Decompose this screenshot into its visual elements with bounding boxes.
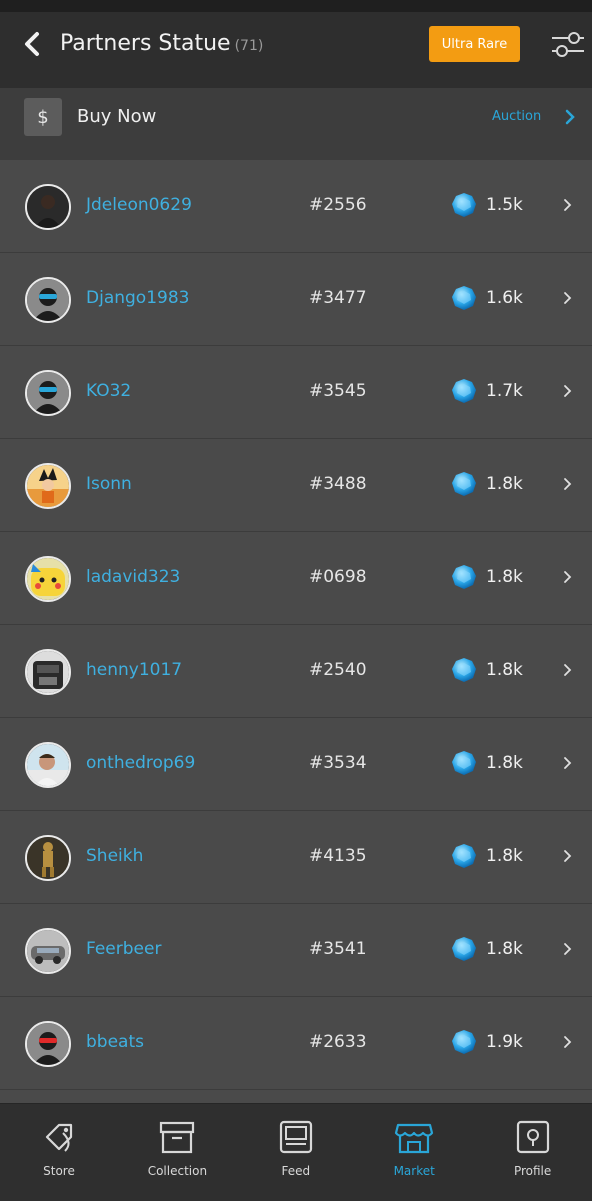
chevron-right-icon xyxy=(564,571,572,583)
status-strip xyxy=(0,0,592,12)
bottom-tab-bar: Store Collection Feed Market Profile xyxy=(0,1103,592,1201)
seller-username[interactable]: henny1017 xyxy=(86,658,182,682)
mint-number: #0698 xyxy=(309,567,367,587)
mint-number: #3477 xyxy=(309,288,367,308)
buy-now-label: Buy Now xyxy=(77,106,157,127)
listing-row[interactable]: bbeats #2633 1.9k xyxy=(0,997,592,1090)
mint-number: #3488 xyxy=(309,474,367,494)
listing-price: 1.8k xyxy=(486,939,523,959)
listing-price: 1.8k xyxy=(486,846,523,866)
tab-feed[interactable]: Feed xyxy=(237,1104,355,1201)
seller-username[interactable]: Django1983 xyxy=(86,286,189,310)
storefront-icon xyxy=(395,1123,434,1154)
item-count: (71) xyxy=(234,38,264,54)
tab-market[interactable]: Market xyxy=(355,1104,473,1201)
ultra-rare-button[interactable]: Ultra Rare xyxy=(429,26,520,62)
mint-number: #3541 xyxy=(309,939,367,959)
mint-number: #2633 xyxy=(309,1032,367,1052)
gem-currency-icon xyxy=(452,193,476,217)
listing-price: 1.6k xyxy=(486,288,523,308)
listing-row[interactable]: Sheikh #4135 1.8k xyxy=(0,811,592,904)
box-icon xyxy=(160,1121,195,1154)
tab-store[interactable]: Store xyxy=(0,1104,118,1201)
seller-username[interactable]: KO32 xyxy=(86,379,131,403)
avatar xyxy=(25,556,71,602)
seller-username[interactable]: Feerbeer xyxy=(86,937,161,961)
tab-label: Collection xyxy=(147,1164,208,1178)
mint-number: #3534 xyxy=(309,753,367,773)
chevron-right-icon[interactable] xyxy=(564,108,576,126)
auction-link[interactable]: Auction xyxy=(492,108,541,126)
collection-title: Partners Statue xyxy=(60,31,231,56)
avatar xyxy=(25,742,71,788)
listing-row[interactable]: Jdeleon0629 #2556 1.5k xyxy=(0,160,592,253)
listing-price: 1.8k xyxy=(486,753,523,773)
tab-label: Store xyxy=(43,1164,75,1178)
avatar xyxy=(25,184,71,230)
tag-icon xyxy=(45,1123,73,1152)
avatar xyxy=(25,649,71,695)
listing-row[interactable]: henny1017 #2540 1.8k xyxy=(0,625,592,718)
chevron-right-icon xyxy=(564,478,572,490)
mint-number: #2556 xyxy=(309,195,367,215)
listing-row[interactable]: Django1983 #3477 1.6k xyxy=(0,253,592,346)
mint-number: #3545 xyxy=(309,381,367,401)
tab-collection[interactable]: Collection xyxy=(118,1104,236,1201)
chevron-right-icon xyxy=(564,385,572,397)
tab-label: Market xyxy=(393,1164,435,1178)
avatar xyxy=(25,463,71,509)
seller-username[interactable]: Isonn xyxy=(86,472,132,496)
listing-price: 1.8k xyxy=(486,474,523,494)
seller-username[interactable]: ladavid323 xyxy=(86,565,180,589)
profile-icon xyxy=(516,1120,549,1154)
chevron-right-icon xyxy=(564,292,572,304)
back-chevron-icon[interactable] xyxy=(18,28,48,60)
seller-username[interactable]: onthedrop69 xyxy=(86,751,195,775)
gem-currency-icon xyxy=(452,379,476,403)
mint-number: #4135 xyxy=(309,846,367,866)
avatar xyxy=(25,370,71,416)
listing-price: 1.8k xyxy=(486,567,523,587)
listing-row[interactable]: ladavid323 #0698 1.8k xyxy=(0,532,592,625)
gem-currency-icon xyxy=(452,937,476,961)
chevron-right-icon xyxy=(564,757,572,769)
chevron-right-icon xyxy=(564,850,572,862)
avatar xyxy=(25,1021,71,1067)
seller-username[interactable]: Sheikh xyxy=(86,844,143,868)
avatar xyxy=(25,835,71,881)
gem-currency-icon xyxy=(452,286,476,310)
listing-price: 1.8k xyxy=(486,660,523,680)
tab-label: Profile xyxy=(513,1164,552,1178)
listing-price: 1.7k xyxy=(486,381,523,401)
gem-currency-icon xyxy=(452,844,476,868)
mint-number: #2540 xyxy=(309,660,367,680)
gem-currency-icon xyxy=(452,565,476,589)
gem-currency-icon xyxy=(452,751,476,775)
seller-username[interactable]: Jdeleon0629 xyxy=(86,193,192,217)
filter-sliders-icon[interactable] xyxy=(549,28,587,60)
listing-row[interactable]: onthedrop69 #3534 1.8k xyxy=(0,718,592,811)
chevron-right-icon xyxy=(564,943,572,955)
dollar-icon: $ xyxy=(24,98,62,136)
tab-profile[interactable]: Profile xyxy=(474,1104,592,1201)
listing-row[interactable]: Feerbeer #3541 1.8k xyxy=(0,904,592,997)
avatar xyxy=(25,928,71,974)
avatar xyxy=(25,277,71,323)
gem-currency-icon xyxy=(452,1030,476,1054)
listing-price: 1.5k xyxy=(486,195,523,215)
listing-price: 1.9k xyxy=(486,1032,523,1052)
tab-label: Feed xyxy=(281,1164,311,1178)
page-title: Partners Statue (71) xyxy=(60,29,263,61)
feed-icon xyxy=(279,1120,312,1154)
gem-currency-icon xyxy=(452,658,476,682)
listing-list: Jdeleon0629 #2556 1.5k Django1983 #3477 1.6k K… xyxy=(0,160,592,1090)
seller-username[interactable]: bbeats xyxy=(86,1030,144,1054)
gem-currency-icon xyxy=(452,472,476,496)
chevron-right-icon xyxy=(564,199,572,211)
chevron-right-icon xyxy=(564,1036,572,1048)
listing-row[interactable]: Isonn #3488 1.8k xyxy=(0,439,592,532)
listing-row[interactable]: KO32 #3545 1.7k xyxy=(0,346,592,439)
chevron-right-icon xyxy=(564,664,572,676)
